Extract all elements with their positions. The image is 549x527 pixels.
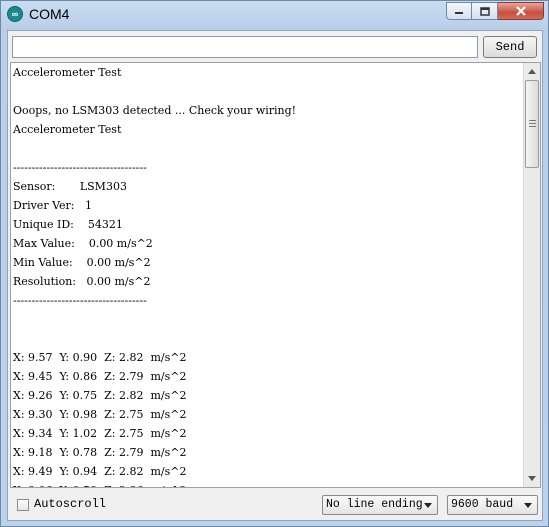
- output-line: Min Value: 0.00 m/s^2: [13, 256, 151, 269]
- chevron-down-icon: [524, 503, 532, 508]
- output-line: ------------------------------------: [13, 294, 147, 307]
- output-line: X: 9.45 Y: 0.86 Z: 2.79 m/s^2: [13, 370, 187, 383]
- serial-output[interactable]: Accelerometer Test Ooops, no LSM303 detec…: [10, 62, 541, 488]
- serial-monitor-window: ∞ COM4 Send Accelerometer Test Ooops, no …: [0, 0, 549, 527]
- baud-rate-select[interactable]: 9600 baud: [447, 495, 538, 515]
- output-line: X: 9.06 Y: 0.59 Z: 2.86 m/s^2: [13, 481, 521, 487]
- autoscroll-label: Autoscroll: [34, 497, 107, 511]
- serial-monitor-panel: Send Accelerometer Test Ooops, no LSM303 …: [7, 30, 543, 521]
- scroll-down-arrow-icon: [528, 476, 536, 481]
- output-line: X: 9.26 Y: 0.75 Z: 2.82 m/s^2: [13, 389, 187, 402]
- maximize-button[interactable]: [472, 2, 498, 20]
- output-line: X: 9.57 Y: 0.90 Z: 2.82 m/s^2: [13, 351, 187, 364]
- output-line: Accelerometer Test: [13, 66, 122, 79]
- baud-rate-value: 9600 baud: [451, 498, 514, 511]
- output-line: Unique ID: 54321: [13, 218, 123, 231]
- vertical-scrollbar[interactable]: [523, 63, 540, 487]
- scrollbar-thumb[interactable]: [525, 80, 539, 168]
- line-ending-value: No line ending: [326, 498, 423, 511]
- output-line: X: 9.34 Y: 1.02 Z: 2.75 m/s^2: [13, 427, 187, 440]
- minimize-button[interactable]: [446, 2, 472, 20]
- minimize-icon: [455, 12, 463, 14]
- maximize-icon: [479, 6, 490, 16]
- chevron-down-icon: [424, 503, 432, 508]
- output-lines: Accelerometer Test Ooops, no LSM303 detec…: [13, 63, 521, 487]
- output-line: Ooops, no LSM303 detected ... Check your…: [13, 104, 297, 117]
- output-line: X: 9.30 Y: 0.98 Z: 2.75 m/s^2: [13, 408, 187, 421]
- window-title: COM4: [29, 6, 70, 22]
- scroll-down-button[interactable]: [524, 470, 540, 487]
- line-ending-select[interactable]: No line ending: [322, 495, 438, 515]
- output-line: X: 9.49 Y: 0.94 Z: 2.82 m/s^2: [13, 465, 187, 478]
- close-button[interactable]: [498, 2, 544, 20]
- output-line: Driver Ver: 1: [13, 199, 92, 212]
- scroll-up-button[interactable]: [524, 63, 540, 80]
- window-controls: [446, 2, 544, 20]
- title-bar[interactable]: ∞ COM4: [1, 1, 548, 29]
- bottom-bar: Autoscroll No line ending 9600 baud: [8, 491, 542, 519]
- send-input[interactable]: [12, 36, 478, 58]
- close-icon: [515, 6, 526, 16]
- autoscroll-checkbox[interactable]: [17, 499, 29, 511]
- output-line: Sensor: LSM303: [13, 180, 127, 193]
- output-line: X: 9.18 Y: 0.78 Z: 2.79 m/s^2: [13, 446, 187, 459]
- output-line: Resolution: 0.00 m/s^2: [13, 275, 151, 288]
- output-line: ------------------------------------: [13, 161, 147, 174]
- send-button[interactable]: Send: [483, 36, 537, 58]
- output-line: Accelerometer Test: [13, 123, 122, 136]
- output-line: Max Value: 0.00 m/s^2: [13, 237, 153, 250]
- scroll-up-arrow-icon: [528, 69, 536, 74]
- arduino-app-icon: ∞: [7, 6, 23, 22]
